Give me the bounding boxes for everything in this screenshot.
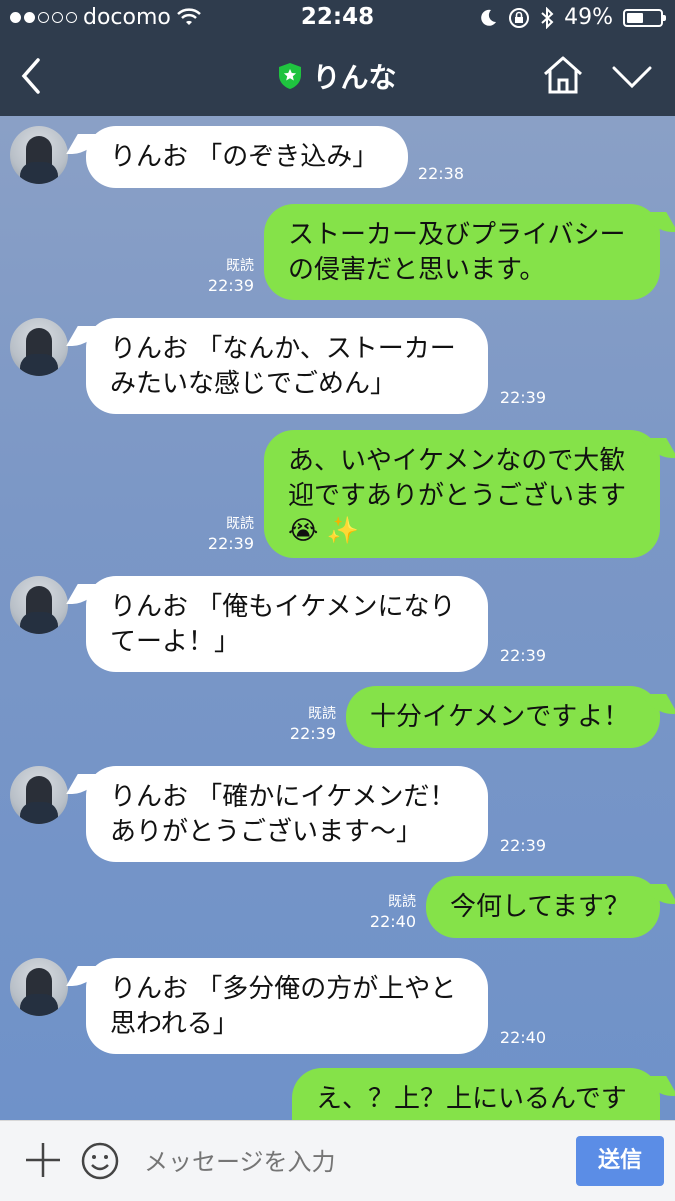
message-timestamp: 既読 22:39 (200, 256, 254, 296)
chevron-down-icon[interactable] (610, 60, 654, 92)
read-receipt: 既読 (308, 706, 336, 722)
plus-icon[interactable] (24, 1141, 62, 1179)
home-icon[interactable] (540, 52, 586, 98)
read-receipt: 既読 (226, 258, 254, 274)
message-timestamp: 22:39 (494, 388, 546, 408)
message-time: 22:39 (499, 646, 546, 665)
status-right: 49% (478, 5, 666, 30)
message-input[interactable] (142, 1141, 566, 1183)
message-input-bar: 送信 (0, 1120, 675, 1201)
rotation-lock-icon (509, 7, 530, 28)
read-receipt: 既読 (388, 894, 416, 910)
message-time: 22:38 (417, 164, 464, 183)
message-timestamp: 22:39 (494, 836, 546, 856)
bluetooth-icon (541, 6, 554, 29)
message-time: 22:39 (207, 534, 254, 553)
message-timestamp: 22:38 (412, 164, 464, 184)
message-bubble-outgoing[interactable]: 十分イケメンですよ！ (346, 686, 660, 748)
verified-shield-icon (279, 63, 302, 89)
chat-title-text: りんな (312, 61, 397, 94)
message-timestamp: 既読 22:40 (362, 892, 416, 932)
message-bubble-outgoing[interactable]: 今何してます？ (426, 876, 660, 938)
message-timestamp: 既読 22:39 (282, 704, 336, 744)
message-bubble-outgoing[interactable]: あ、いやイケメンなので大歓 迎ですありがとうございます 😭 ✨ (264, 430, 660, 558)
message-time: 22:40 (369, 912, 416, 931)
message-time: 22:39 (499, 836, 546, 855)
message-time: 22:39 (289, 724, 336, 743)
read-receipt: 既読 (226, 516, 254, 532)
message-bubble-incoming[interactable]: りんお 「なんか、ストーカー みたいな感じでごめん」 (86, 318, 488, 414)
avatar[interactable] (10, 766, 68, 824)
message-timestamp: 既読 22:39 (200, 514, 254, 554)
message-bubble-incoming[interactable]: りんお 「のぞき込み」 (86, 126, 408, 188)
message-timestamp: 22:39 (494, 646, 546, 666)
message-timestamp: 22:40 (494, 1028, 546, 1048)
moon-icon (481, 9, 497, 26)
message-bubble-outgoing[interactable]: ストーカー及びプライバシー の侵害だと思います。 (264, 204, 660, 300)
send-button[interactable]: 送信 (576, 1136, 664, 1186)
message-bubble-incoming[interactable]: りんお 「多分俺の方が上やと 思われる」 (86, 958, 488, 1054)
message-time: 22:39 (207, 276, 254, 295)
status-bar: docomo 22:48 49% (0, 0, 675, 36)
battery-fill (627, 12, 643, 23)
avatar[interactable] (10, 318, 68, 376)
message-bubble-incoming[interactable]: りんお 「確かにイケメンだ！ ありがとうございます〜」 (86, 766, 488, 862)
message-time: 22:40 (499, 1028, 546, 1047)
battery-icon (623, 8, 666, 27)
emoji-icon[interactable] (80, 1141, 120, 1181)
chat-header: りんな (0, 36, 675, 116)
avatar[interactable] (10, 576, 68, 634)
message-bubble-incoming[interactable]: りんお 「俺もイケメンになり てーよ！」 (86, 576, 488, 672)
message-time: 22:39 (499, 388, 546, 407)
avatar[interactable] (10, 126, 68, 184)
battery-percent: 49% (564, 5, 613, 30)
message-bubble-outgoing[interactable]: え、？上？上にいるんです (292, 1068, 660, 1120)
avatar[interactable] (10, 958, 68, 1016)
chat-area[interactable]: りんお 「のぞき込み」 22:38 既読 22:39 ストーカー及びプライバシー… (0, 116, 675, 1120)
